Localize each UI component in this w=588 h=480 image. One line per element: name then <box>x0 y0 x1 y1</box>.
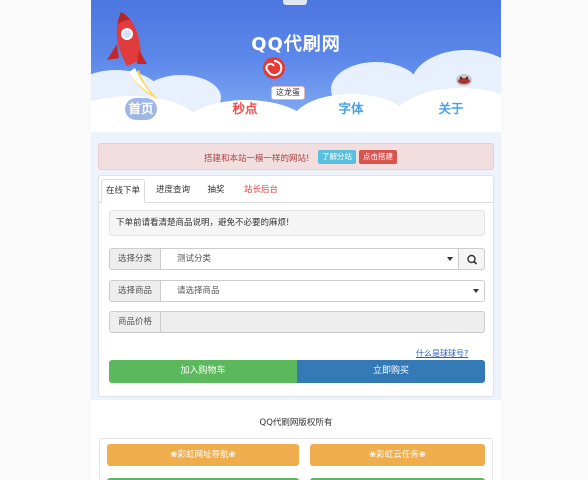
goods-value: 请选择商品 <box>177 286 220 296</box>
top-scroll-indicator[interactable] <box>283 0 307 5</box>
nav-miaodian[interactable]: 秒点 <box>227 98 263 120</box>
tab-admin[interactable]: 站长后台 <box>237 179 285 203</box>
mascot-icon <box>456 74 472 86</box>
order-card: 在线下单 进度查询 抽奖 站长后台 下单前请看清楚商品说明，避免不必要的麻烦! … <box>98 175 494 397</box>
tab-lottery[interactable]: 抽奖 <box>201 179 231 203</box>
tab-progress-query[interactable]: 进度查询 <box>151 179 195 203</box>
search-icon <box>467 254 478 265</box>
goods-select[interactable]: 请选择商品 <box>160 280 485 302</box>
alert-text: 搭建和本站一模一样的网站! <box>204 154 310 164</box>
qq-id-help-link[interactable]: 什么是球球号? <box>416 348 468 359</box>
search-button[interactable] <box>458 248 485 270</box>
rainbow-task-link[interactable]: ❀彩虹云任务❀ <box>310 444 485 466</box>
buy-now-button[interactable]: 立即购买 <box>297 360 485 383</box>
learn-substation-button[interactable]: 了解分站 <box>318 150 356 164</box>
caret-down-icon <box>447 257 453 261</box>
category-select[interactable]: 测试分类 <box>160 248 459 270</box>
build-site-button[interactable]: 点击搭建 <box>359 150 397 164</box>
lollipop-icon <box>263 57 285 79</box>
price-row: 商品价格 <box>109 311 485 333</box>
footer: QQ代刷网版权所有 ❀彩虹网址导航❀ ❀彩虹云任务❀ <box>91 406 501 480</box>
nav-about[interactable]: 关于 <box>433 98 469 120</box>
category-row: 选择分类 测试分类 <box>109 248 485 270</box>
main-nav: 首页 秒点 字体 关于 <box>91 98 501 124</box>
price-label: 商品价格 <box>109 311 161 333</box>
main-container: QQ代刷网 这龙蛋 首页 秒点 字体 关于 搭建和本站一模一样的网站! 了解分站… <box>91 0 501 480</box>
goods-row: 选择商品 请选择商品 <box>109 280 485 302</box>
add-to-cart-button[interactable]: 加入购物车 <box>109 360 297 383</box>
caret-down-icon <box>473 289 479 293</box>
price-field <box>160 311 485 333</box>
category-label: 选择分类 <box>109 248 161 270</box>
site-title: QQ代刷网 <box>251 34 341 55</box>
order-tabs: 在线下单 进度查询 抽奖 站长后台 <box>99 176 493 203</box>
rainbow-nav-link[interactable]: ❀彩虹网址导航❀ <box>107 444 299 466</box>
tab-online-order[interactable]: 在线下单 <box>101 179 145 203</box>
promo-alert: 搭建和本站一模一样的网站! 了解分站 点击搭建 <box>98 143 494 170</box>
header-banner: QQ代刷网 这龙蛋 首页 秒点 字体 关于 <box>91 0 501 132</box>
nav-font[interactable]: 字体 <box>333 98 369 120</box>
nav-home[interactable]: 首页 <box>125 98 157 120</box>
goods-label: 选择商品 <box>109 280 161 302</box>
category-value: 测试分类 <box>177 254 212 264</box>
copyright-text: QQ代刷网版权所有 <box>259 418 333 428</box>
order-notice: 下单前请看清楚商品说明，避免不必要的麻烦! <box>109 210 485 236</box>
